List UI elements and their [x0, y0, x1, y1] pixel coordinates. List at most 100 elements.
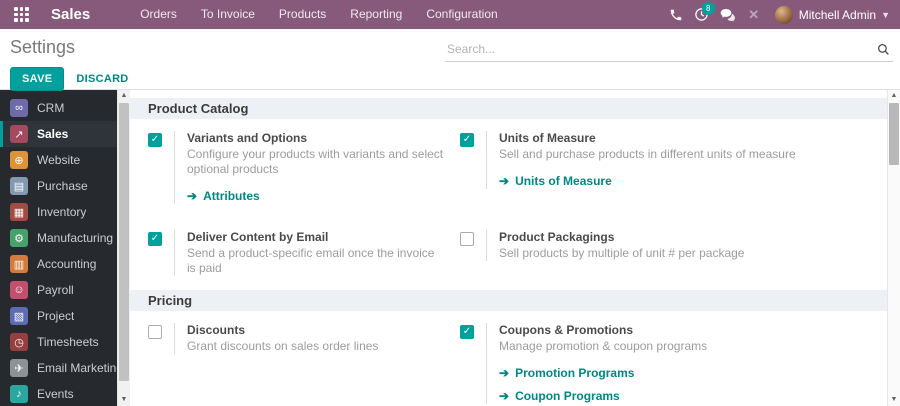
menu-reporting[interactable]: Reporting — [338, 0, 414, 29]
inventory-app-icon: ▦ — [10, 203, 28, 221]
apps-grid-icon[interactable] — [14, 7, 29, 22]
top-navbar: Sales Orders To Invoice Products Reporti… — [0, 0, 900, 29]
sidebar-item-label: Accounting — [37, 257, 97, 271]
email-marketing-app-icon: ✈ — [10, 359, 28, 377]
crm-app-icon: ∞ — [10, 99, 28, 117]
scrollbar-thumb[interactable] — [119, 103, 129, 381]
setting-product-packagings: ✓ Product Packagings Sell products by mu… — [460, 230, 877, 276]
coupon-programs-link[interactable]: ➔ Coupon Programs — [499, 389, 861, 404]
setting-deliver-content-by-email: ✓ Deliver Content by Email Send a produc… — [148, 230, 460, 276]
sidebar-item-inventory[interactable]: ▦ Inventory — [0, 199, 117, 225]
arrow-right-icon: ➔ — [499, 366, 510, 380]
sidebar-item-label: Purchase — [37, 179, 88, 193]
sidebar-item-label: Website — [37, 153, 81, 167]
manufacturing-app-icon: ⚙ — [10, 229, 28, 247]
sidebar-item-crm[interactable]: ∞ CRM — [0, 95, 117, 121]
sidebar-item-label: Manufacturing — [37, 231, 114, 245]
main-menu: Orders To Invoice Products Reporting Con… — [128, 0, 510, 29]
settings-sidebar: ∞ CRM ↗ Sales ⊕ Website ▤ Purchase ▦ Inv… — [0, 90, 117, 406]
setting-discounts: ✓ Discounts Grant discounts on sales ord… — [148, 323, 460, 404]
check-icon: ✓ — [150, 134, 160, 145]
arrow-right-icon: ➔ — [187, 189, 198, 203]
scrollbar-thumb[interactable] — [889, 103, 899, 165]
sidebar-scrollbar[interactable]: ▲ ▼ — [117, 90, 130, 406]
check-icon: ✓ — [462, 326, 472, 337]
sidebar-item-label: Timesheets — [37, 335, 99, 349]
sidebar-item-project[interactable]: ▧ Project — [0, 303, 117, 329]
sidebar-item-accounting[interactable]: ▥ Accounting — [0, 251, 117, 277]
settings-row: ✓ Discounts Grant discounts on sales ord… — [130, 311, 887, 406]
search-icon[interactable] — [877, 43, 890, 61]
content-scrollbar[interactable]: ▲ ▼ — [887, 90, 900, 406]
section-title: Pricing — [148, 293, 193, 308]
sidebar-item-email-marketing[interactable]: ✈ Email Marketing — [0, 355, 117, 381]
sidebar-item-label: Payroll — [37, 283, 74, 297]
setting-desc: Grant discounts on sales order lines — [187, 339, 379, 353]
messages-icon[interactable] — [715, 0, 741, 29]
purchase-app-icon: ▤ — [10, 177, 28, 195]
promotion-programs-link[interactable]: ➔ Promotion Programs — [499, 366, 861, 381]
user-avatar[interactable] — [774, 5, 793, 24]
settings-content: Product Catalog ✓ Variants and Options C… — [130, 90, 887, 406]
sidebar-item-label: Events — [37, 387, 74, 401]
deliver-email-checkbox[interactable]: ✓ — [148, 232, 162, 246]
sidebar-item-label: Inventory — [37, 205, 87, 219]
accounting-app-icon: ▥ — [10, 255, 28, 273]
timesheets-app-icon: ◷ — [10, 333, 28, 351]
sales-app-icon: ↗ — [10, 125, 28, 143]
coupons-checkbox[interactable]: ✓ — [460, 325, 474, 339]
odoo-app-window: Sales Orders To Invoice Products Reporti… — [0, 0, 900, 406]
discard-button[interactable]: DISCARD — [64, 68, 140, 90]
search-bar — [445, 38, 893, 62]
sidebar-item-sales[interactable]: ↗ Sales — [0, 121, 117, 147]
menu-orders[interactable]: Orders — [128, 0, 189, 29]
check-icon: ✓ — [462, 134, 472, 145]
website-app-icon: ⊕ — [10, 151, 28, 169]
menu-to-invoice[interactable]: To Invoice — [189, 0, 267, 29]
app-name[interactable]: Sales — [51, 6, 90, 23]
sidebar-item-payroll[interactable]: ☺ Payroll — [0, 277, 117, 303]
setting-coupons-promotions: ✓ Coupons & Promotions Manage promotion … — [460, 323, 877, 404]
setting-desc: Sell products by multiple of unit # per … — [499, 246, 745, 260]
save-button[interactable]: SAVE — [10, 67, 65, 91]
events-app-icon: ♪ — [10, 385, 28, 403]
packagings-checkbox[interactable]: ✓ — [460, 232, 474, 246]
setting-title: Units of Measure — [499, 131, 596, 145]
setting-title: Discounts — [187, 323, 246, 337]
settings-row: ✓ Variants and Options Configure your pr… — [130, 119, 887, 218]
chevron-down-icon: ▼ — [881, 9, 890, 20]
variants-checkbox[interactable]: ✓ — [148, 133, 162, 147]
search-input[interactable] — [445, 38, 893, 62]
sidebar-item-timesheets[interactable]: ◷ Timesheets — [0, 329, 117, 355]
menu-configuration[interactable]: Configuration — [414, 0, 509, 29]
arrow-right-icon: ➔ — [499, 389, 510, 403]
sidebar-item-events[interactable]: ♪ Events — [0, 381, 117, 406]
sidebar-item-purchase[interactable]: ▤ Purchase — [0, 173, 117, 199]
user-menu[interactable]: Mitchell Admin — [799, 8, 876, 22]
check-icon: ✓ — [150, 233, 160, 244]
discounts-checkbox[interactable]: ✓ — [148, 325, 162, 339]
scroll-up-arrow[interactable]: ▲ — [888, 90, 900, 102]
phone-icon[interactable] — [663, 0, 689, 29]
setting-desc: Configure your products with variants an… — [187, 147, 444, 176]
setting-title: Variants and Options — [187, 131, 308, 145]
scroll-down-arrow[interactable]: ▼ — [888, 394, 900, 406]
uom-checkbox[interactable]: ✓ — [460, 133, 474, 147]
section-product-catalog: Product Catalog — [130, 98, 887, 119]
sidebar-item-manufacturing[interactable]: ⚙ Manufacturing — [0, 225, 117, 251]
disabled-tools-icon[interactable]: ✕ — [741, 0, 767, 29]
project-app-icon: ▧ — [10, 307, 28, 325]
attributes-link[interactable]: ➔ Attributes — [187, 189, 444, 204]
activities-clock-icon[interactable]: 8 — [689, 0, 715, 29]
sidebar-item-label: Sales — [37, 127, 69, 141]
main-area: ∞ CRM ↗ Sales ⊕ Website ▤ Purchase ▦ Inv… — [0, 90, 900, 406]
units-of-measure-link[interactable]: ➔ Units of Measure — [499, 174, 861, 189]
scroll-up-arrow[interactable]: ▲ — [118, 90, 130, 102]
arrow-right-icon: ➔ — [499, 174, 510, 188]
setting-units-of-measure: ✓ Units of Measure Sell and purchase pro… — [460, 131, 877, 204]
sidebar-item-website[interactable]: ⊕ Website — [0, 147, 117, 173]
menu-products[interactable]: Products — [267, 0, 338, 29]
section-pricing: Pricing — [130, 290, 887, 311]
scroll-down-arrow[interactable]: ▼ — [118, 394, 130, 406]
activity-count-badge: 8 — [701, 2, 715, 15]
